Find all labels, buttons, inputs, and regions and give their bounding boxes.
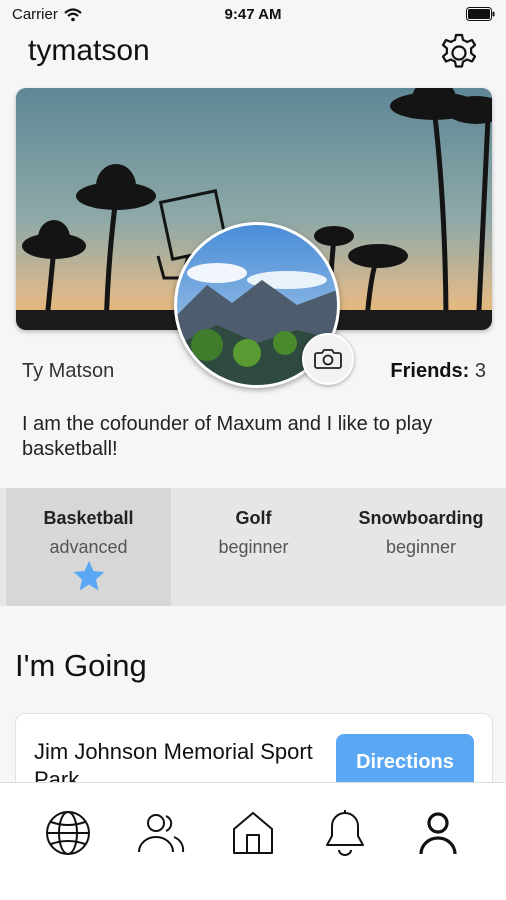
sport-name: Basketball [43,508,134,528]
tab-notifications[interactable] [315,803,375,863]
profile-icon [419,812,457,855]
star-icon [73,561,104,591]
status-bar: Carrier 9:47 AM [0,0,506,30]
tab-profile[interactable] [408,803,468,863]
profile-bio: I am the cofounder of Maxum and I like t… [22,413,433,460]
globe-icon [46,811,91,855]
tab-friends[interactable] [131,803,191,863]
sports-list: Basketball advanced Golf beginner Snowbo… [0,488,506,606]
full-name: Ty Matson [22,360,115,382]
sport-item-golf[interactable]: Golf beginner [171,488,336,606]
tab-globe[interactable] [38,803,98,863]
tab-home[interactable] [223,803,283,863]
friends-label: Friends: [390,360,470,382]
sport-name: Golf [235,508,272,528]
friends-value: 3 [474,360,486,382]
home-icon [232,812,273,854]
sport-name: Snowboarding [358,508,484,528]
change-photo-button[interactable] [302,333,354,385]
camera-icon [314,349,342,369]
people-icon [137,814,184,853]
sport-level: beginner [385,537,457,557]
friends-count[interactable]: Friends: 3 [390,360,486,383]
section-title: I'm Going [15,648,147,683]
username-title: tymatson [28,34,150,67]
status-time: 9:47 AM [224,6,282,23]
sport-item-snowboarding[interactable]: Snowboarding beginner [336,488,506,606]
sport-level: beginner [218,537,289,557]
sport-item-basketball[interactable]: Basketball advanced [6,488,171,606]
gear-icon[interactable] [438,32,480,74]
battery-icon [466,7,495,21]
bell-icon [326,810,365,856]
tab-bar [0,782,506,900]
sport-level: advanced [49,537,128,557]
